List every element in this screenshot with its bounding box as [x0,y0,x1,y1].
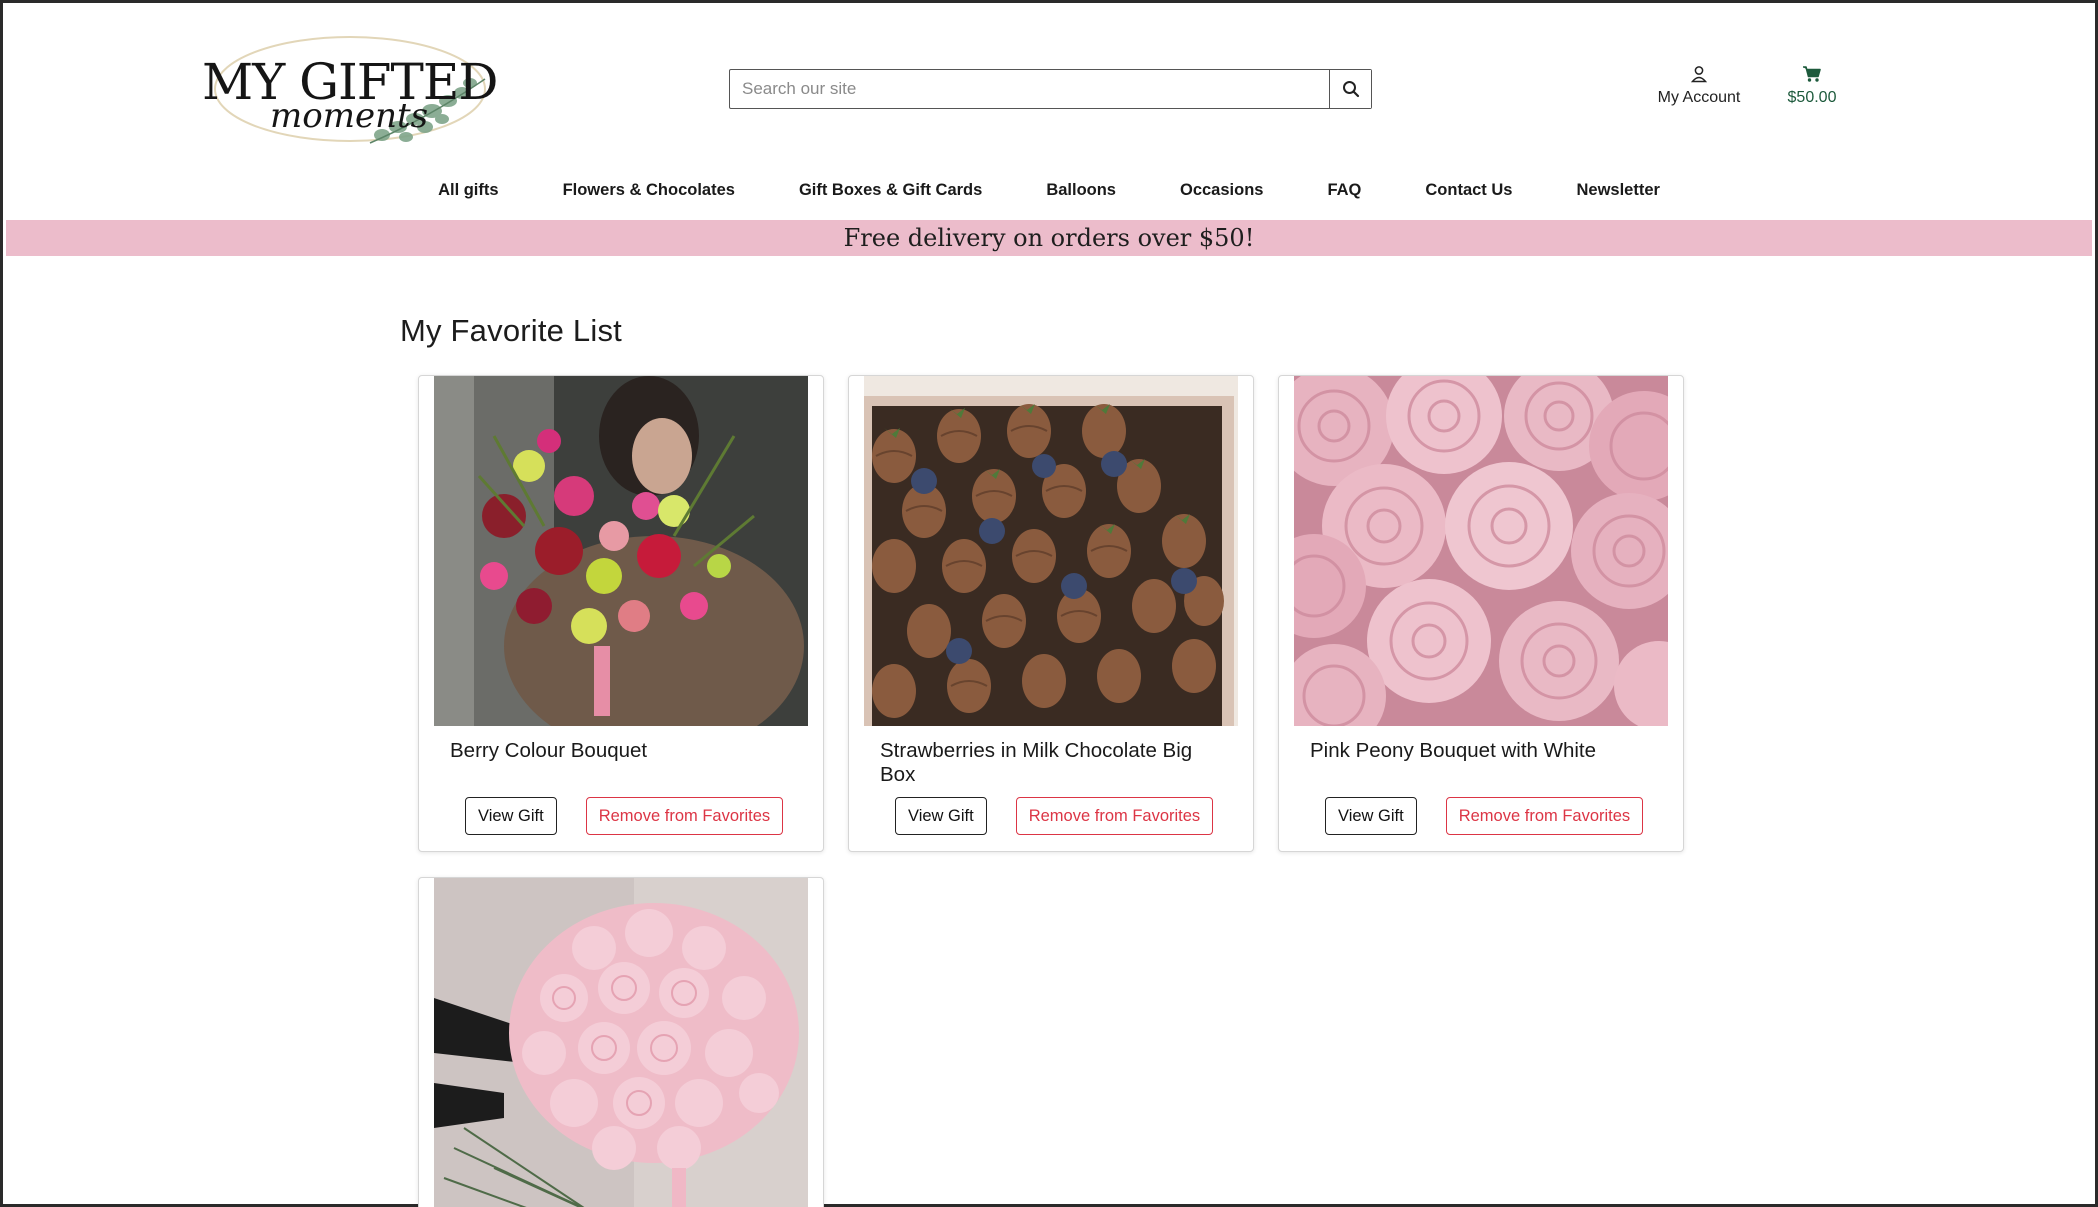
search-input[interactable] [730,70,1329,108]
product-image[interactable] [864,376,1238,726]
favorite-card: Strawberries in Milk Chocolate Big Box V… [848,375,1254,852]
nav-item-occasions[interactable]: Occasions [1148,177,1295,209]
view-gift-button[interactable]: View Gift [1325,797,1417,835]
product-name: Pink Peony Bouquet with White [1310,739,1597,762]
favorite-card [418,877,824,1207]
search-bar [729,69,1372,109]
cart-icon [1803,66,1821,82]
product-image[interactable] [434,878,808,1207]
favorite-card: Pink Peony Bouquet with White View Gift … [1278,375,1684,852]
product-image[interactable] [434,376,808,726]
remove-from-favorites-button[interactable]: Remove from Favorites [1015,797,1214,835]
product-name: Strawberries in Milk Chocolate Big Box [880,739,1193,786]
user-icon [1690,66,1708,83]
nav-item-flowers-chocolates[interactable]: Flowers & Chocolates [531,177,767,209]
nav-item-faq[interactable]: FAQ [1295,177,1393,209]
cart-total: $50.00 [1787,89,1837,106]
promo-banner: Free delivery on orders over $50! [6,220,2092,256]
search-icon [1342,81,1359,98]
site-logo[interactable]: MY GIFTED moments [200,19,520,167]
site-header: MY GIFTED moments My Account [3,3,2095,163]
promo-text: Free delivery on orders over $50! [843,224,1255,252]
nav-item-gift-boxes-gift-cards[interactable]: Gift Boxes & Gift Cards [767,177,1014,209]
svg-text:moments: moments [270,96,428,136]
nav-item-contact-us[interactable]: Contact Us [1393,177,1544,209]
my-account-link[interactable]: My Account [1643,65,1755,107]
nav-item-balloons[interactable]: Balloons [1014,177,1148,209]
logo-graphic: MY GIFTED moments [202,36,498,144]
search-button[interactable] [1329,70,1371,108]
view-gift-button[interactable]: View Gift [895,797,987,835]
main-nav: All gifts Flowers & Chocolates Gift Boxe… [3,177,2095,209]
my-account-label: My Account [1657,89,1741,106]
page-title: My Favorite List [400,313,622,348]
favorite-card: Berry Colour Bouquet View Gift Remove fr… [418,375,824,852]
product-image[interactable] [1294,376,1668,726]
product-name: Berry Colour Bouquet [450,739,648,762]
cart-link[interactable]: $50.00 [1775,65,1849,107]
remove-from-favorites-button[interactable]: Remove from Favorites [585,797,784,835]
nav-item-all-gifts[interactable]: All gifts [406,177,531,209]
remove-from-favorites-button[interactable]: Remove from Favorites [1445,797,1644,835]
view-gift-button[interactable]: View Gift [465,797,557,835]
nav-item-newsletter[interactable]: Newsletter [1544,177,1691,209]
